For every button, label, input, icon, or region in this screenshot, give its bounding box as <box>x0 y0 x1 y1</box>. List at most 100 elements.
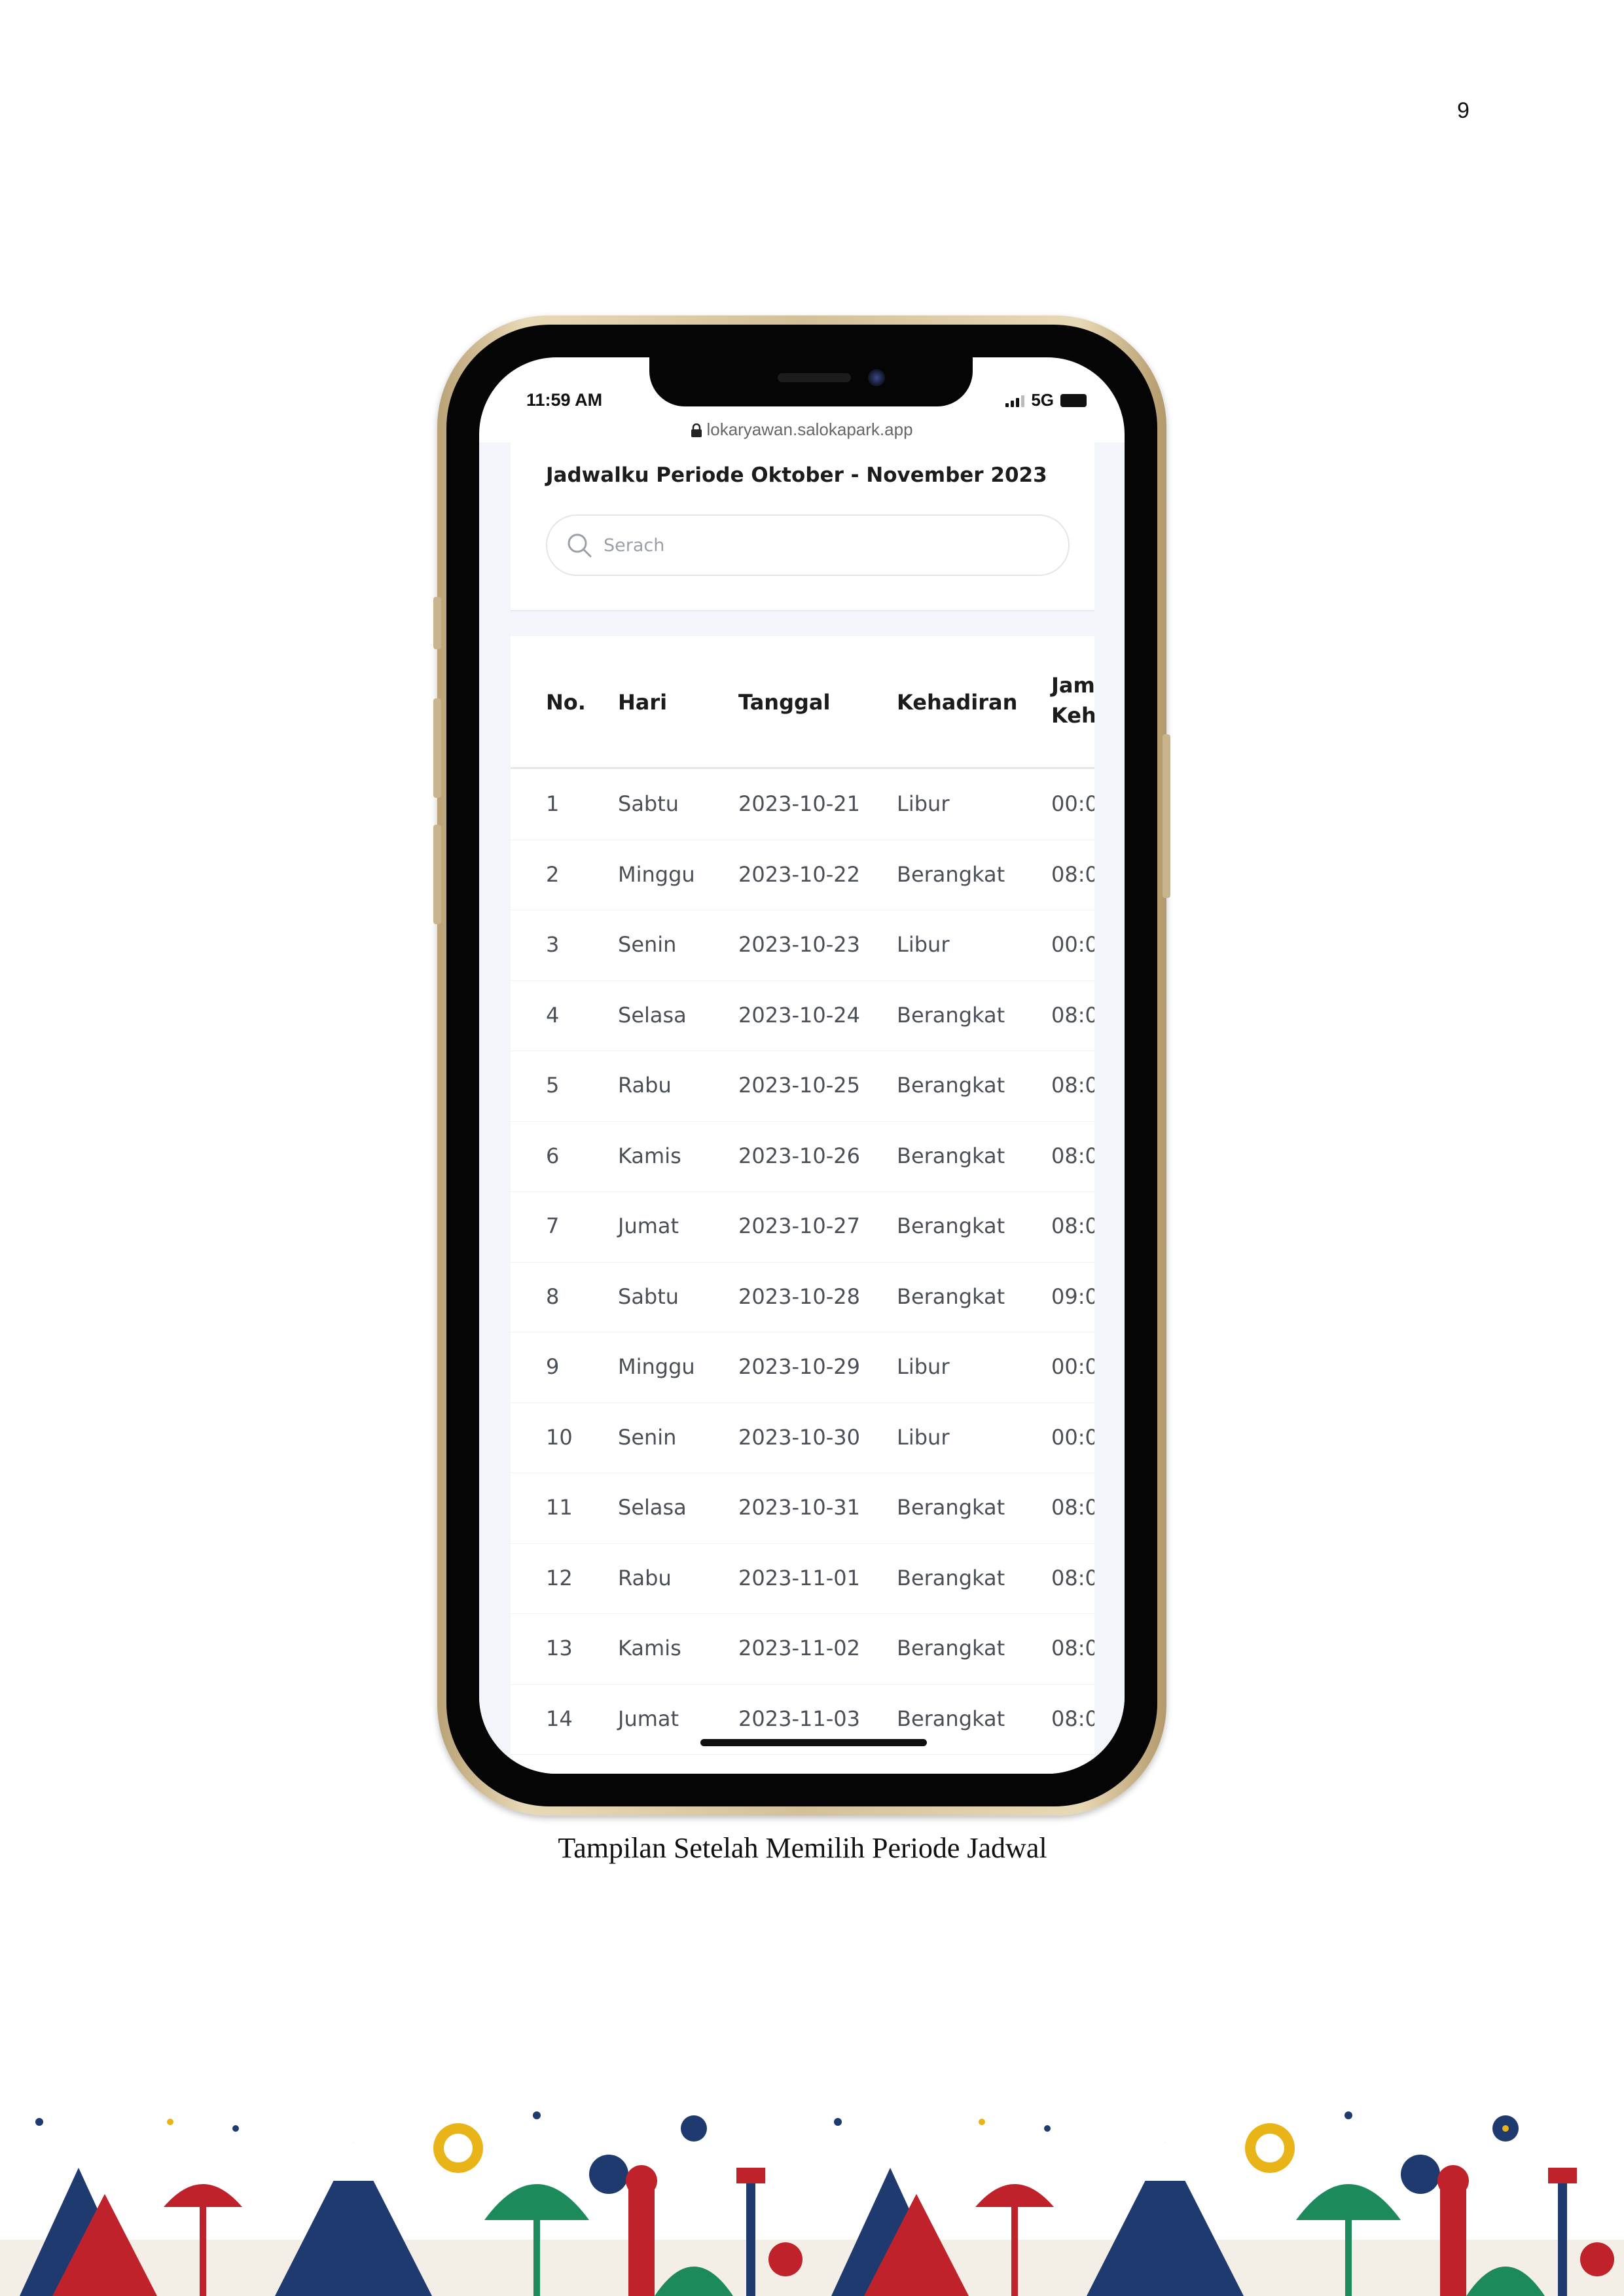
cell-jam: 08:00 <box>1051 1143 1094 1168</box>
table-body: 1 Sabtu 2023-10-21 Libur 00:00 2 Minggu 2023-10… <box>511 770 1094 1774</box>
column-header-hari: Hari <box>618 690 668 715</box>
cell-no: 2 <box>546 861 560 887</box>
speaker-grille <box>778 373 851 382</box>
cell-no: 11 <box>546 1495 573 1520</box>
column-header-no: No. <box>546 690 586 715</box>
cell-hari: Kamis <box>618 1143 681 1168</box>
cell-no: 12 <box>546 1565 573 1590</box>
url-text: lokaryawan.salokapark.app <box>706 420 913 439</box>
cell-jam: 00:00 <box>1051 1424 1094 1450</box>
search-input[interactable]: Serach <box>546 514 1070 576</box>
phone-power-button <box>1163 734 1170 898</box>
cell-jam: 08:00 <box>1051 1495 1094 1520</box>
status-time: 11:59 AM <box>526 390 603 410</box>
battery-icon <box>1060 393 1087 407</box>
cell-hari: Minggu <box>618 1354 695 1379</box>
cell-kehadiran: Libur <box>897 1424 950 1450</box>
cell-hari: Selasa <box>618 1002 687 1028</box>
phone-mute-switch <box>433 597 441 649</box>
cell-jam: 08:00 <box>1051 1565 1094 1590</box>
home-indicator[interactable] <box>700 1739 927 1746</box>
page-number: 9 <box>1457 98 1470 123</box>
cell-no: 9 <box>546 1354 560 1379</box>
cell-kehadiran: Berangkat <box>897 1143 1005 1168</box>
cell-kehadiran: Berangkat <box>897 1073 1005 1098</box>
cell-kehadiran: Berangkat <box>897 1283 1005 1309</box>
phone-mockup: 11:59 AM 5G lokaryawan.salokapark.app Ja… <box>433 315 1170 1816</box>
cell-kehadiran: Berangkat <box>897 861 1005 887</box>
cell-no: 7 <box>546 1213 560 1238</box>
cell-jam: 08:00 <box>1051 1002 1094 1028</box>
cell-jam: 09:00 <box>1051 1283 1094 1309</box>
cell-no: 5 <box>546 1073 560 1098</box>
cell-tanggal: 2023-11-01 <box>738 1565 860 1590</box>
cell-kehadiran: Berangkat <box>897 1565 1005 1590</box>
schedule-header-card: Jadwalku Periode Oktober - November 2023… <box>511 442 1094 611</box>
cell-hari: Senin <box>618 932 677 957</box>
cell-no: 13 <box>546 1636 573 1660</box>
column-header-jam-line2: Keha <box>1051 703 1094 728</box>
column-header-kehadiran: Kehadiran <box>897 690 1018 715</box>
search-placeholder: Serach <box>604 535 665 556</box>
cell-tanggal: 2023-10-29 <box>738 1354 860 1379</box>
cell-no: 10 <box>546 1424 573 1450</box>
table-row: 12 Rabu 2023-11-01 Berangkat 08:00 <box>511 1544 1094 1614</box>
cell-hari: Minggu <box>618 861 695 887</box>
table-row: 4 Selasa 2023-10-24 Berangkat 08:00 <box>511 981 1094 1051</box>
cell-tanggal: 2023-11-03 <box>738 1706 860 1731</box>
table-row: 3 Senin 2023-10-23 Libur 00:00 <box>511 910 1094 981</box>
cell-kehadiran: Libur <box>897 791 950 816</box>
cell-no: 1 <box>546 791 560 816</box>
column-header-tanggal: Tanggal <box>738 690 831 715</box>
cell-jam: 08:00 <box>1051 1636 1094 1660</box>
schedule-table: No. Hari Tanggal Kehadiran Jam Keha 1 Sab… <box>511 636 1094 1774</box>
cell-jam: 08:00 <box>1051 1706 1094 1731</box>
table-row: 15Sabtu2023-11-04Berangkat08:00 <box>511 1755 1094 1774</box>
column-header-jam-kehadiran: Jam Keha <box>1051 670 1094 730</box>
table-row: 10 Senin 2023-10-30 Libur 00:00 <box>511 1403 1094 1473</box>
cell-hari: Rabu <box>618 1073 672 1098</box>
search-icon <box>568 533 592 558</box>
cell-jam: 08:00 <box>1051 861 1094 887</box>
cell-tanggal: 2023-10-27 <box>738 1213 860 1238</box>
phone-volume-down-button <box>433 825 441 924</box>
notch <box>649 357 973 406</box>
table-row: 6 Kamis 2023-10-26 Berangkat 08:00 <box>511 1122 1094 1192</box>
table-row: 11 Selasa 2023-10-31 Berangkat 08:00 <box>511 1473 1094 1544</box>
table-row: 2 Minggu 2023-10-22 Berangkat 08:00 <box>511 840 1094 910</box>
front-camera <box>868 369 885 386</box>
cell-tanggal: 2023-10-26 <box>738 1143 860 1168</box>
cell-tanggal: 2023-10-24 <box>738 1002 860 1028</box>
cell-hari: Jumat <box>618 1213 679 1238</box>
cell-hari: Kamis <box>618 1636 681 1660</box>
column-header-jam-line1: Jam <box>1051 673 1094 698</box>
status-indicators: 5G <box>1005 390 1087 410</box>
signal-icon <box>1005 394 1025 407</box>
cell-jam: 00:00 <box>1051 791 1094 816</box>
decorative-illustration-icon <box>0 2089 1624 2296</box>
table-row: 7 Jumat 2023-10-27 Berangkat 08:00 <box>511 1192 1094 1263</box>
cell-tanggal: 2023-10-31 <box>738 1495 860 1520</box>
cell-tanggal: 2023-10-21 <box>738 791 860 816</box>
web-content: Jadwalku Periode Oktober - November 2023… <box>479 442 1125 1774</box>
cell-hari: Selasa <box>618 1495 687 1520</box>
cell-tanggal: 2023-10-28 <box>738 1283 860 1309</box>
cell-no: 6 <box>546 1143 560 1168</box>
figure-caption: Tampilan Setelah Memilih Periode Jadwal <box>558 1832 1047 1864</box>
cell-tanggal: 2023-10-30 <box>738 1424 860 1450</box>
phone-screen: 11:59 AM 5G lokaryawan.salokapark.app Ja… <box>479 357 1125 1774</box>
cell-hari: Rabu <box>618 1565 672 1590</box>
cell-no: 4 <box>546 1002 560 1028</box>
page-title: Jadwalku Periode Oktober - November 2023 <box>546 463 1047 487</box>
cell-tanggal: 2023-10-25 <box>738 1073 860 1098</box>
cell-kehadiran: Berangkat <box>897 1636 1005 1660</box>
table-row: 9 Minggu 2023-10-29 Libur 00:00 <box>511 1333 1094 1403</box>
cell-jam: 08:00 <box>1051 1073 1094 1098</box>
cell-hari: Sabtu <box>618 791 679 816</box>
cell-kehadiran: Berangkat <box>897 1213 1005 1238</box>
cell-kehadiran: Berangkat <box>897 1495 1005 1520</box>
table-row: 13 Kamis 2023-11-02 Berangkat 08:00 <box>511 1614 1094 1685</box>
cell-tanggal: 2023-10-23 <box>738 932 860 957</box>
cell-hari: Senin <box>618 1424 677 1450</box>
address-bar[interactable]: lokaryawan.salokapark.app <box>479 420 1125 440</box>
